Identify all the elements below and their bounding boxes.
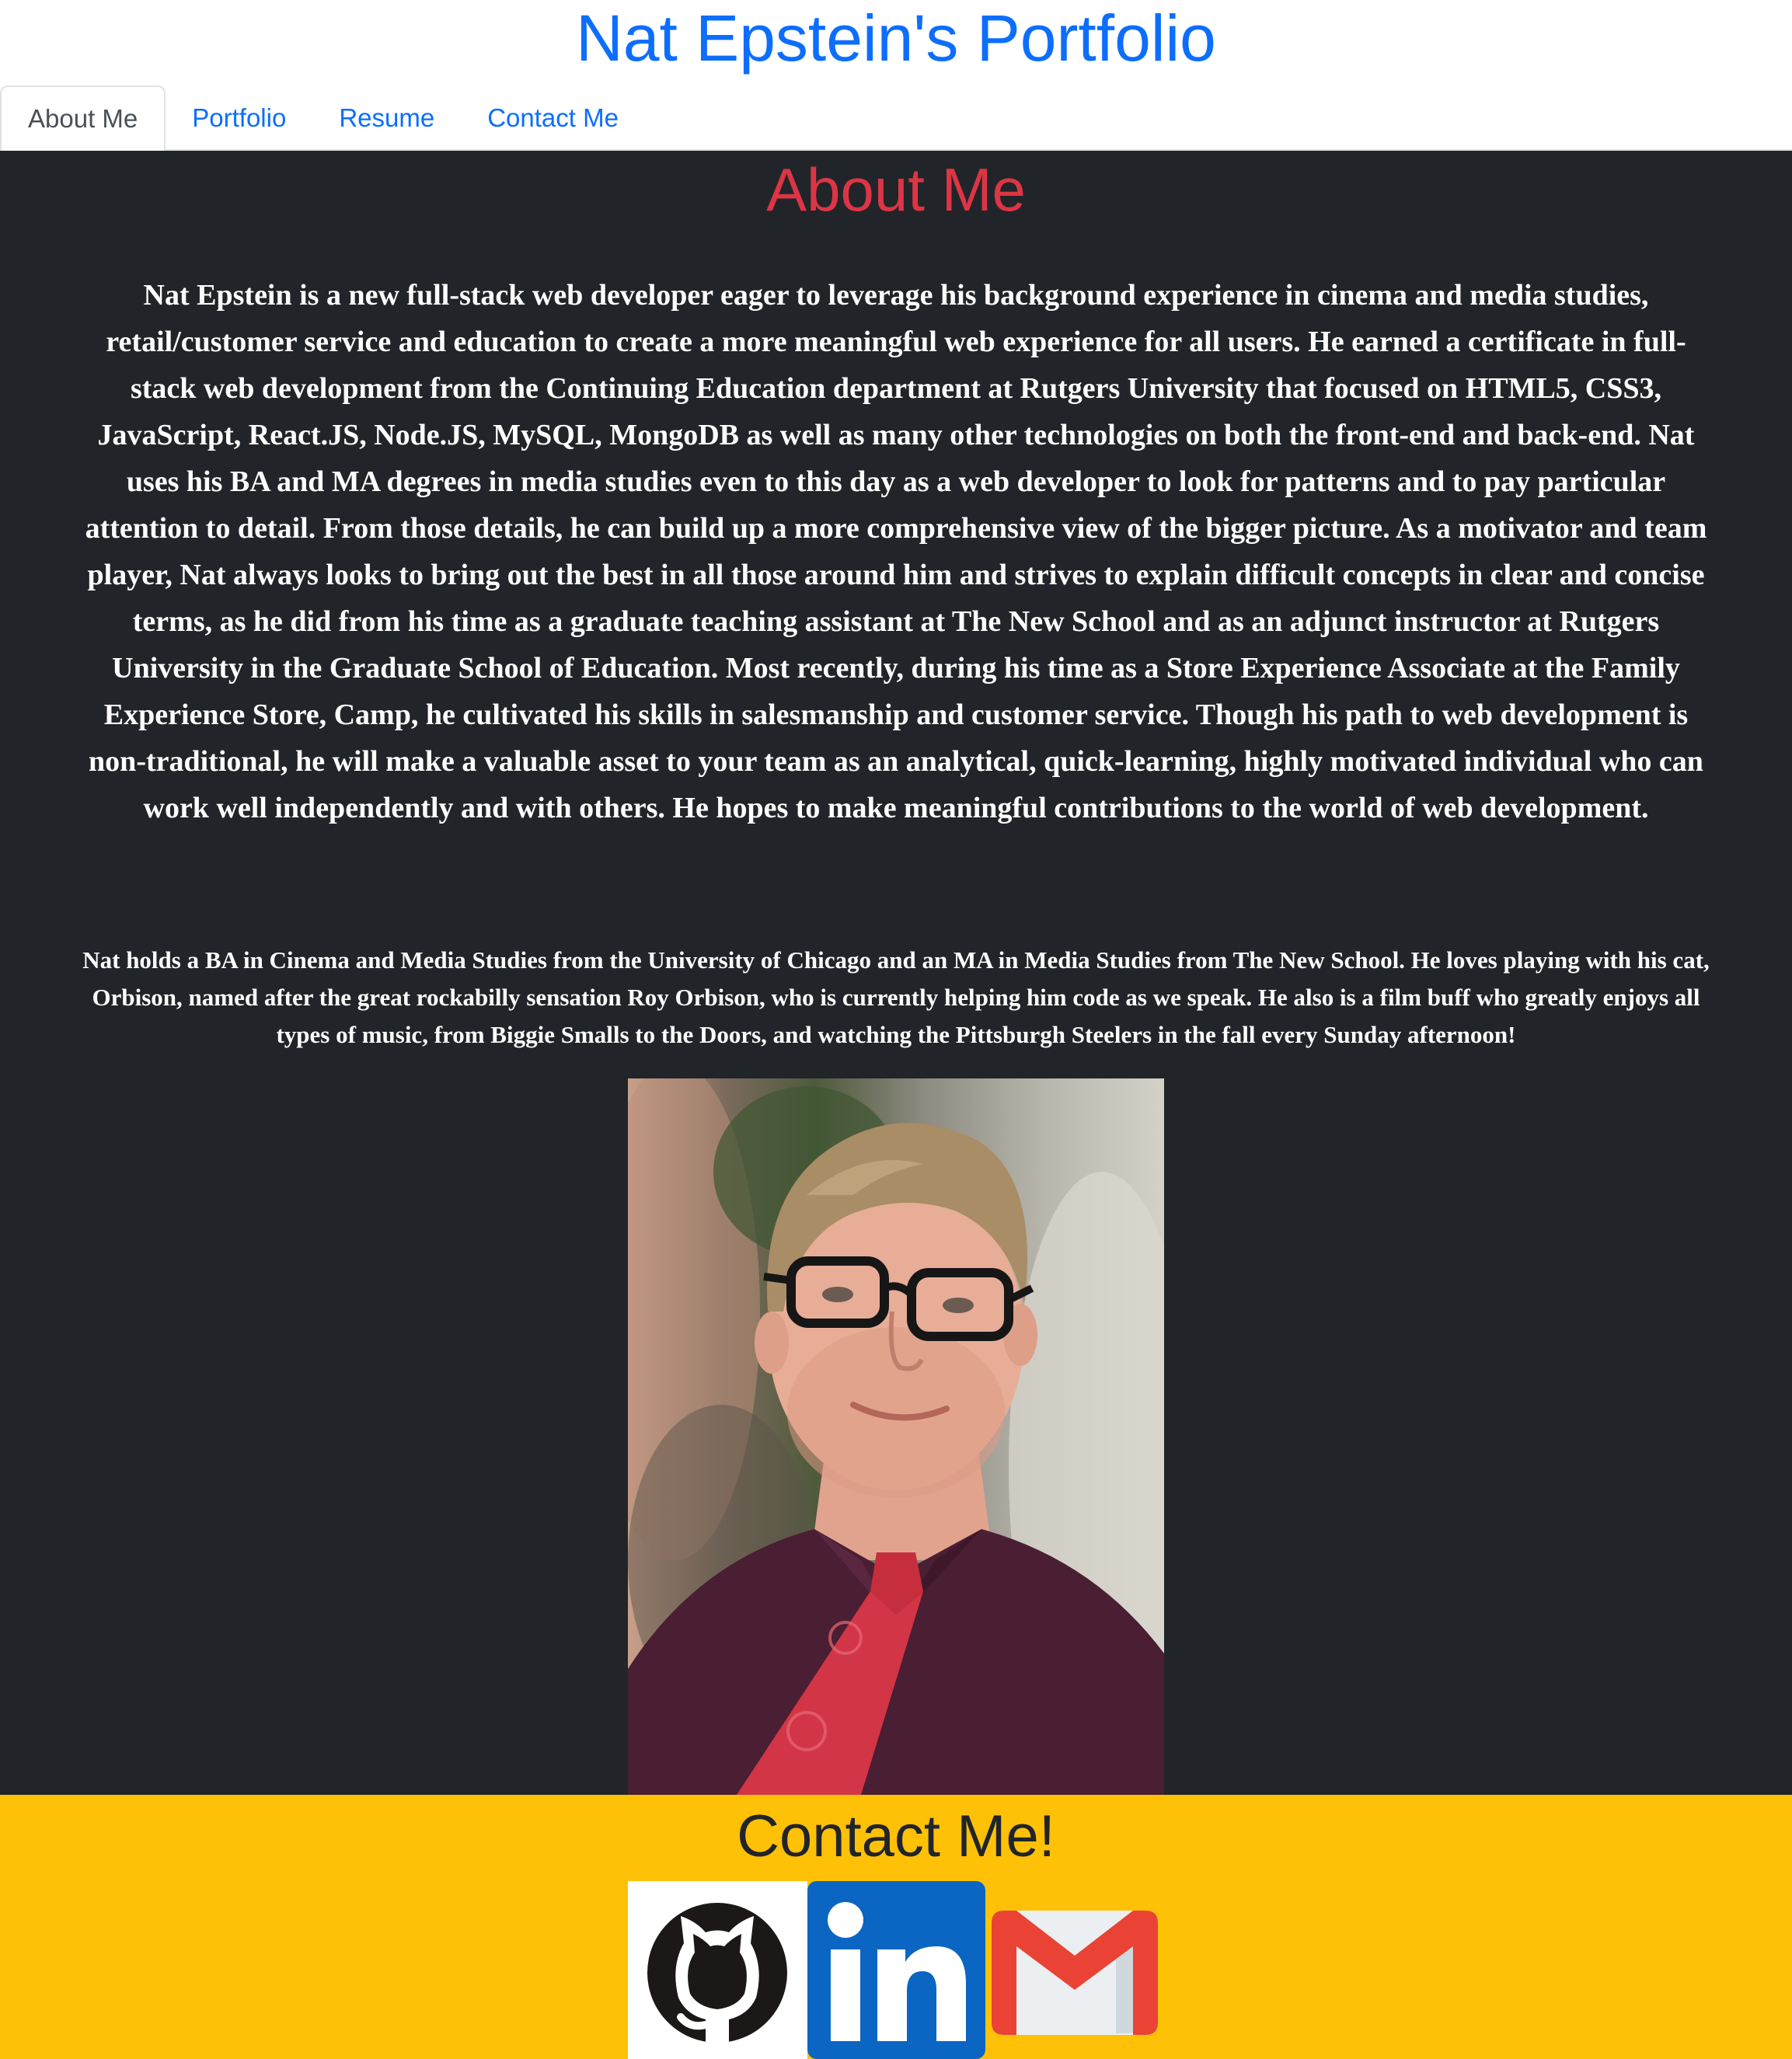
site-header: Nat Epstein's Portfolio About Me Portfol…	[0, 0, 1792, 152]
gmail-icon	[992, 1911, 1158, 2035]
linkedin-icon	[807, 1881, 985, 2059]
linkedin-link[interactable]	[807, 1881, 985, 2059]
profile-photo	[628, 1078, 1164, 1795]
tab-resume[interactable]: Resume	[312, 85, 461, 151]
gmail-link[interactable]	[985, 1881, 1164, 2059]
contact-section: Contact Me!	[0, 1795, 1792, 2059]
tab-about-me[interactable]: About Me	[0, 85, 166, 152]
personal-paragraph: Nat holds a BA in Cinema and Media Studi…	[82, 946, 1710, 1048]
bio-paragraph: Nat Epstein is a new full-stack web deve…	[85, 279, 1707, 824]
site-title: Nat Epstein's Portfolio	[576, 2, 1216, 75]
github-icon	[647, 1903, 787, 2046]
github-link[interactable]	[628, 1881, 807, 2059]
tab-contact-me[interactable]: Contact Me	[461, 85, 645, 151]
about-heading: About Me	[766, 155, 1026, 224]
nav-tabs: About Me Portfolio Resume Contact Me	[0, 85, 645, 152]
about-section: About Me Nat Epstein is a new full-stack…	[0, 151, 1792, 1795]
tab-portfolio[interactable]: Portfolio	[166, 85, 312, 151]
contact-heading: Contact Me!	[737, 1803, 1055, 1869]
